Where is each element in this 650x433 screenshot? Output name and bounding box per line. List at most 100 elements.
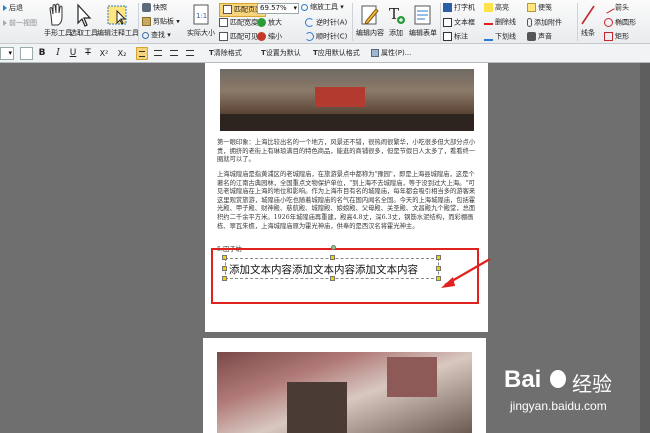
highlight-icon: [484, 3, 493, 12]
zoom-tool-button[interactable]: 缩放工具 ▾: [301, 3, 344, 12]
superscript-button[interactable]: X²: [97, 47, 111, 60]
svg-text:1:1: 1:1: [196, 12, 207, 20]
textbox-button[interactable]: 文本框: [443, 18, 475, 28]
back-arrow-icon: [3, 5, 7, 11]
fit-width-icon: [219, 18, 228, 27]
underline-icon: [484, 32, 493, 41]
underline-button[interactable]: 下划线: [484, 32, 516, 42]
clear-format-button[interactable]: T清除格式: [209, 47, 242, 60]
hand-tool-label: 手形工具: [44, 29, 72, 37]
italic-button[interactable]: I: [53, 47, 63, 60]
highlight-button[interactable]: 高亮: [484, 3, 509, 13]
crowd-shape: [220, 114, 474, 131]
back-button[interactable]: 后退: [3, 4, 23, 13]
search-icon: [142, 31, 149, 39]
resize-handle[interactable]: [222, 255, 227, 260]
annotation-select-icon: [107, 5, 127, 25]
edit-form-button[interactable]: 编辑表单: [408, 3, 438, 38]
chevron-down-icon: ▾: [338, 3, 344, 11]
rotate-ccw-label: 逆时针(A): [316, 18, 348, 27]
font-size-combobox[interactable]: ▾: [0, 47, 14, 60]
resize-handle[interactable]: [222, 266, 227, 271]
textbox-icon: [443, 18, 452, 27]
building-photo: [217, 352, 472, 433]
resize-handle[interactable]: [222, 276, 227, 281]
rotate-handle[interactable]: [331, 245, 336, 250]
zoom-in-icon: [257, 18, 266, 27]
edit-content-label: 编辑内容: [356, 29, 384, 37]
align-right-button[interactable]: [168, 47, 180, 60]
align-left-button[interactable]: [136, 47, 148, 60]
edit-annotation-tool-button[interactable]: 编辑注释工具: [97, 3, 139, 38]
callout-button[interactable]: 标注: [443, 32, 468, 42]
sound-button[interactable]: 声音: [527, 32, 552, 42]
font-color-button[interactable]: [20, 47, 33, 60]
watermark-brand: Bai: [504, 366, 542, 393]
ellipse-tool-button[interactable]: 椭圆形: [604, 18, 636, 28]
typewriter-label: 打字机: [454, 3, 475, 12]
cursor-arrow-icon: [77, 3, 92, 27]
clipboard-button[interactable]: 剪贴板 ▾: [142, 17, 180, 27]
vertical-scrollbar[interactable]: [640, 63, 650, 433]
balcony-shape: [287, 382, 347, 433]
set-default-label: 设置为默认: [265, 49, 301, 57]
shop-sign-shape: [315, 87, 365, 107]
strikeout-icon: [484, 22, 493, 25]
properties-button[interactable]: 属性(P)...: [371, 47, 411, 60]
sticky-note-button[interactable]: 便笺: [527, 3, 552, 13]
align-center-button[interactable]: [152, 47, 164, 60]
strikethrough-format-button[interactable]: T: [83, 47, 93, 60]
strikeout-button[interactable]: 删除线: [484, 18, 516, 27]
subscript-button[interactable]: X₂: [115, 47, 129, 60]
fit-visible-button[interactable]: 匹配可见: [219, 32, 258, 42]
chevron-down-icon: ▾: [174, 17, 180, 26]
highlight-label: 高亮: [495, 3, 509, 12]
set-default-button[interactable]: T设置为默认: [261, 47, 301, 60]
attach-file-button[interactable]: 添加附件: [527, 18, 562, 28]
zoom-in-button[interactable]: 放大: [257, 18, 282, 28]
zoom-icon: [301, 3, 308, 11]
resize-handle[interactable]: [330, 255, 335, 260]
clear-format-label: 清除格式: [213, 49, 242, 57]
red-arrow-annotation: [441, 258, 491, 288]
rotate-ccw-button[interactable]: 逆时针(A): [305, 18, 347, 28]
select-tool-button[interactable]: 选取工具: [70, 3, 98, 38]
rotate-cw-label: 顺时针(C): [316, 32, 348, 41]
sticky-note-label: 便笺: [538, 3, 552, 12]
align-justify-button[interactable]: [184, 47, 196, 60]
callout-label: 标注: [454, 32, 468, 41]
underline-format-button[interactable]: U: [68, 47, 78, 60]
actual-size-button[interactable]: 1:1 实际大小: [184, 3, 218, 38]
typewriter-button[interactable]: 打字机: [443, 3, 475, 13]
snapshot-label: 快照: [153, 3, 167, 12]
rotate-cw-button[interactable]: 顺时针(C): [305, 32, 347, 42]
line-tool-button[interactable]: 线条: [580, 3, 596, 38]
back-label: 后退: [9, 4, 23, 12]
added-text-content[interactable]: 添加文本内容添加文本内容添加文本内容: [229, 262, 418, 277]
zoom-out-button[interactable]: 缩小: [257, 32, 282, 42]
fit-width-button[interactable]: 匹配宽度: [219, 18, 258, 28]
bold-button[interactable]: B: [37, 47, 47, 60]
edit-form-label: 编辑表单: [409, 29, 437, 37]
fit-page-icon: [223, 5, 232, 14]
properties-icon: [371, 49, 379, 57]
previous-view-icon: [3, 20, 7, 26]
rectangle-tool-button[interactable]: 矩形: [604, 32, 629, 42]
find-button[interactable]: 查找 ▾: [142, 31, 171, 40]
arrow-tool-button[interactable]: 箭头: [602, 1, 629, 14]
snapshot-button[interactable]: 快照: [142, 3, 167, 13]
add-button[interactable]: T 添加: [385, 3, 407, 38]
paw-icon: [550, 370, 566, 388]
typewriter-icon: [443, 3, 452, 12]
add-label: 添加: [389, 29, 403, 37]
edit-form-icon: [414, 5, 431, 25]
previous-view-button[interactable]: 前一视图: [3, 19, 37, 28]
edit-content-button[interactable]: 编辑内容: [356, 3, 384, 38]
hand-tool-button[interactable]: 手形工具: [44, 3, 72, 38]
arrow-label: 箭头: [615, 3, 629, 12]
edit-annotation-label: 编辑注释工具: [97, 29, 139, 37]
rectangle-icon: [604, 32, 613, 41]
roof-shape: [387, 357, 437, 397]
apply-default-button[interactable]: T应用默认格式: [313, 47, 360, 60]
zoom-combobox[interactable]: 69.57% ▾: [257, 3, 299, 14]
